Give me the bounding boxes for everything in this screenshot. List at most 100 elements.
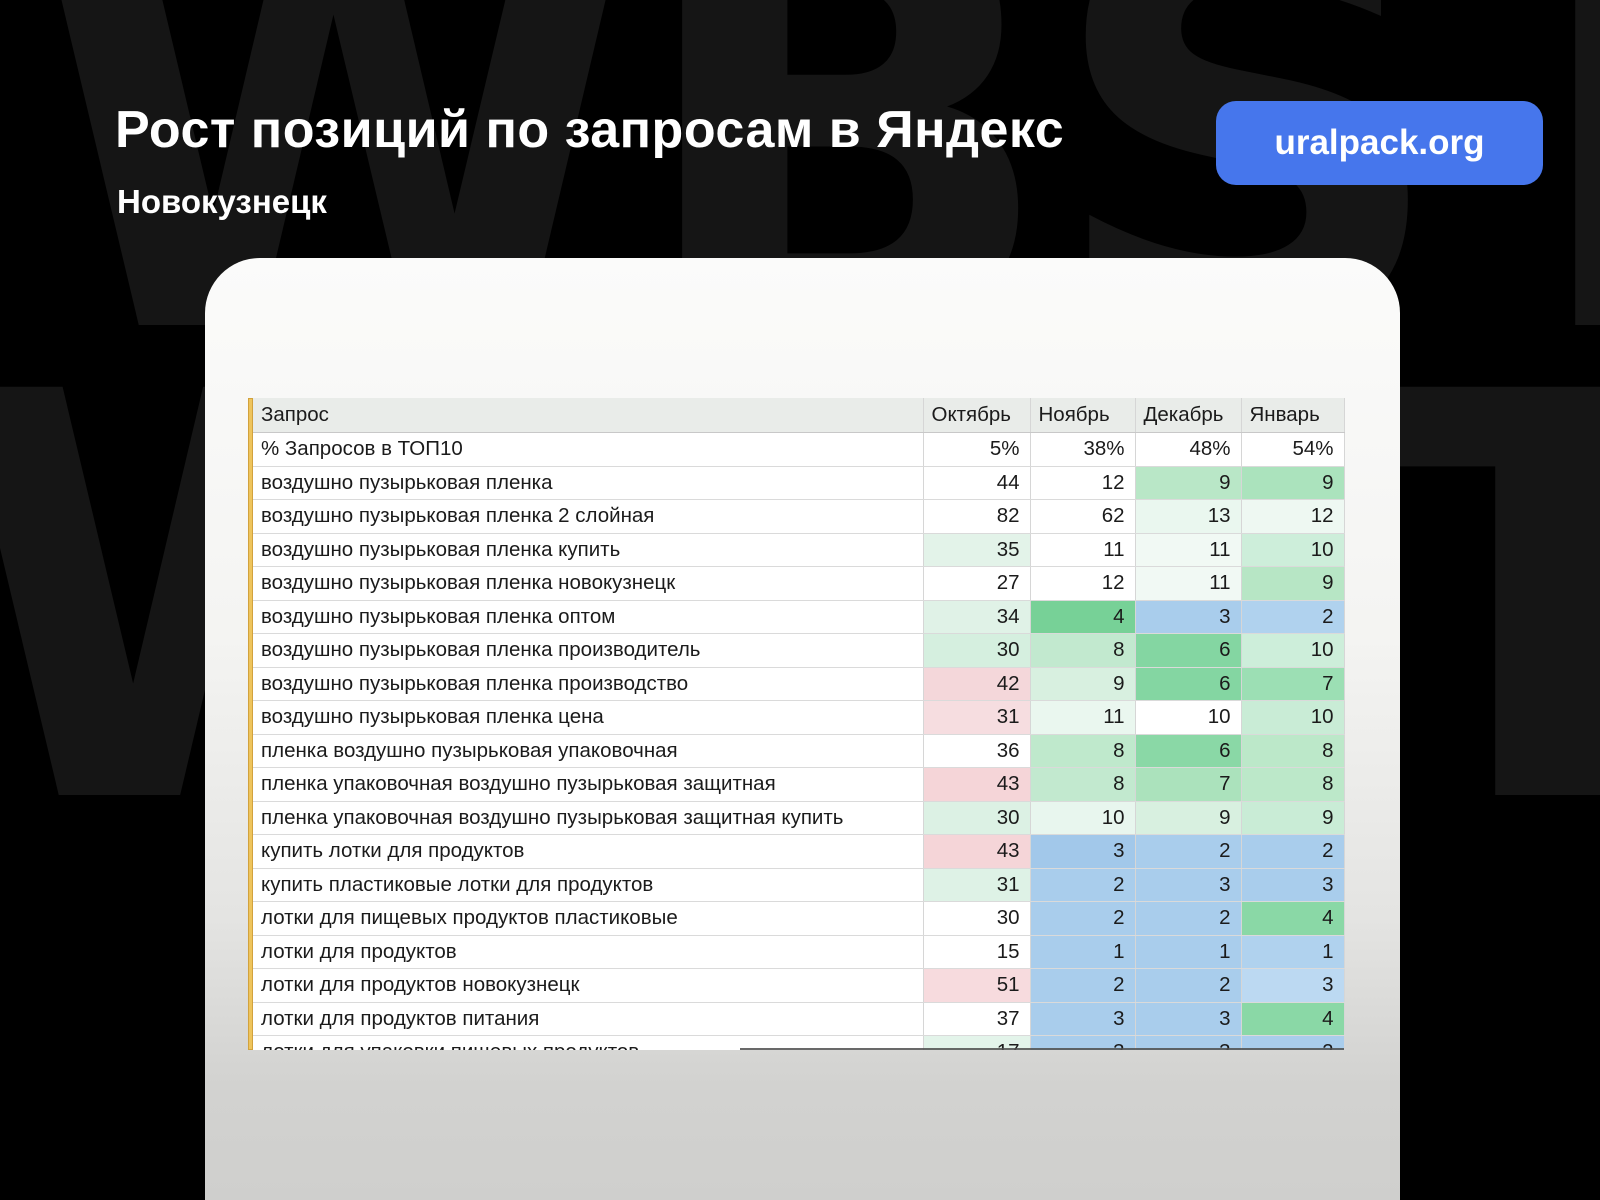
table-row: пленка воздушно пузырьковая упаковочная3…: [253, 734, 1344, 768]
query-cell: воздушно пузырьковая пленка производство: [253, 667, 923, 701]
value-cell: 2: [1241, 835, 1344, 869]
value-cell: 2: [1135, 969, 1241, 1003]
value-cell: 3: [1135, 1002, 1241, 1036]
query-cell: лотки для продуктов новокузнецк: [253, 969, 923, 1003]
value-cell: 2: [1030, 902, 1135, 936]
table-row: пленка упаковочная воздушно пузырьковая …: [253, 768, 1344, 802]
value-cell: 2: [1135, 902, 1241, 936]
value-cell: 42: [923, 667, 1030, 701]
table-row: воздушно пузырьковая пленка оптом34432: [253, 600, 1344, 634]
value-cell: 10: [1241, 634, 1344, 668]
query-cell: воздушно пузырьковая пленка: [253, 466, 923, 500]
query-cell: купить пластиковые лотки для продуктов: [253, 868, 923, 902]
value-cell: 1: [1135, 935, 1241, 969]
value-cell: 10: [1241, 701, 1344, 735]
column-header-query: Запрос: [253, 398, 923, 433]
column-header-month: Ноябрь: [1030, 398, 1135, 433]
value-cell: 36: [923, 734, 1030, 768]
value-cell: 12: [1030, 567, 1135, 601]
value-cell: 10: [1135, 701, 1241, 735]
table-row: лотки для продуктов новокузнецк51223: [253, 969, 1344, 1003]
table-row: пленка упаковочная воздушно пузырьковая …: [253, 801, 1344, 835]
value-cell: 11: [1135, 567, 1241, 601]
value-cell: 31: [923, 701, 1030, 735]
value-cell: 82: [923, 500, 1030, 534]
value-cell: 9: [1135, 466, 1241, 500]
query-cell: воздушно пузырьковая пленка производител…: [253, 634, 923, 668]
value-cell: 6: [1135, 667, 1241, 701]
query-cell: воздушно пузырьковая пленка цена: [253, 701, 923, 735]
value-cell: 9: [1241, 466, 1344, 500]
value-cell: 4: [1241, 1002, 1344, 1036]
value-cell: 11: [1030, 701, 1135, 735]
value-cell: 31: [923, 868, 1030, 902]
query-cell: пленка воздушно пузырьковая упаковочная: [253, 734, 923, 768]
value-cell: 51: [923, 969, 1030, 1003]
table-row: воздушно пузырьковая пленка цена31111010: [253, 701, 1344, 735]
table-header-row: Запрос Октябрь Ноябрь Декабрь Январь: [253, 398, 1344, 433]
value-cell: 12: [1030, 466, 1135, 500]
value-cell: 62: [1030, 500, 1135, 534]
query-cell: лотки для пищевых продуктов пластиковые: [253, 902, 923, 936]
value-cell: 9: [1030, 667, 1135, 701]
query-cell: купить лотки для продуктов: [253, 835, 923, 869]
site-badge[interactable]: uralpack.org: [1216, 101, 1543, 185]
value-cell: 10: [1241, 533, 1344, 567]
value-cell: 43: [923, 768, 1030, 802]
table-row: % Запросов в ТОП105%38%48%54%: [253, 433, 1344, 467]
value-cell: 9: [1135, 801, 1241, 835]
value-cell: 3: [1030, 835, 1135, 869]
value-cell: 2: [1241, 600, 1344, 634]
table-row: купить пластиковые лотки для продуктов31…: [253, 868, 1344, 902]
value-cell: 7: [1135, 768, 1241, 802]
spreadsheet-screenshot: Запрос Октябрь Ноябрь Декабрь Январь % З…: [253, 398, 1345, 1050]
screenshot-card: Запрос Октябрь Ноябрь Декабрь Январь % З…: [205, 258, 1400, 1200]
value-cell: 11: [1135, 533, 1241, 567]
value-cell: 54%: [1241, 433, 1344, 467]
column-header-month: Декабрь: [1135, 398, 1241, 433]
value-cell: 5%: [923, 433, 1030, 467]
page-subtitle: Новокузнецк: [117, 183, 327, 221]
table-row: воздушно пузырьковая пленка 2 слойная826…: [253, 500, 1344, 534]
page-title: Рост позиций по запросам в Яндекс: [115, 100, 1064, 160]
table-row: воздушно пузырьковая пленка купить351111…: [253, 533, 1344, 567]
query-cell: пленка упаковочная воздушно пузырьковая …: [253, 768, 923, 802]
value-cell: 43: [923, 835, 1030, 869]
value-cell: 9: [1241, 567, 1344, 601]
value-cell: 34: [923, 600, 1030, 634]
value-cell: 10: [1030, 801, 1135, 835]
table-row: лотки для пищевых продуктов пластиковые3…: [253, 902, 1344, 936]
value-cell: 2: [1030, 868, 1135, 902]
value-cell: 44: [923, 466, 1030, 500]
column-header-month: Октябрь: [923, 398, 1030, 433]
table-row: воздушно пузырьковая пленка441299: [253, 466, 1344, 500]
value-cell: 2: [1030, 969, 1135, 1003]
value-cell: 13: [1135, 500, 1241, 534]
value-cell: 4: [1241, 902, 1344, 936]
value-cell: 9: [1241, 801, 1344, 835]
value-cell: 30: [923, 634, 1030, 668]
value-cell: 38%: [1030, 433, 1135, 467]
value-cell: 8: [1241, 768, 1344, 802]
value-cell: 2: [1135, 835, 1241, 869]
query-cell: воздушно пузырьковая пленка купить: [253, 533, 923, 567]
site-badge-label: uralpack.org: [1274, 123, 1484, 163]
value-cell: 3: [1241, 969, 1344, 1003]
value-cell: 6: [1135, 634, 1241, 668]
query-cell: пленка упаковочная воздушно пузырьковая …: [253, 801, 923, 835]
query-cell: воздушно пузырьковая пленка оптом: [253, 600, 923, 634]
query-cell: воздушно пузырьковая пленка 2 слойная: [253, 500, 923, 534]
slide: WBSTR WBSTR Рост позиций по запросам в Я…: [0, 0, 1600, 1200]
value-cell: 8: [1030, 734, 1135, 768]
table-body: % Запросов в ТОП105%38%48%54%воздушно пу…: [253, 433, 1344, 1051]
value-cell: 48%: [1135, 433, 1241, 467]
value-cell: 30: [923, 801, 1030, 835]
table-row: воздушно пузырьковая пленка новокузнецк2…: [253, 567, 1344, 601]
value-cell: 30: [923, 902, 1030, 936]
value-cell: 3: [1030, 1002, 1135, 1036]
table-row: лотки для продуктов15111: [253, 935, 1344, 969]
value-cell: 12: [1241, 500, 1344, 534]
query-cell: лотки для продуктов питания: [253, 1002, 923, 1036]
value-cell: 11: [1030, 533, 1135, 567]
value-cell: 6: [1135, 734, 1241, 768]
